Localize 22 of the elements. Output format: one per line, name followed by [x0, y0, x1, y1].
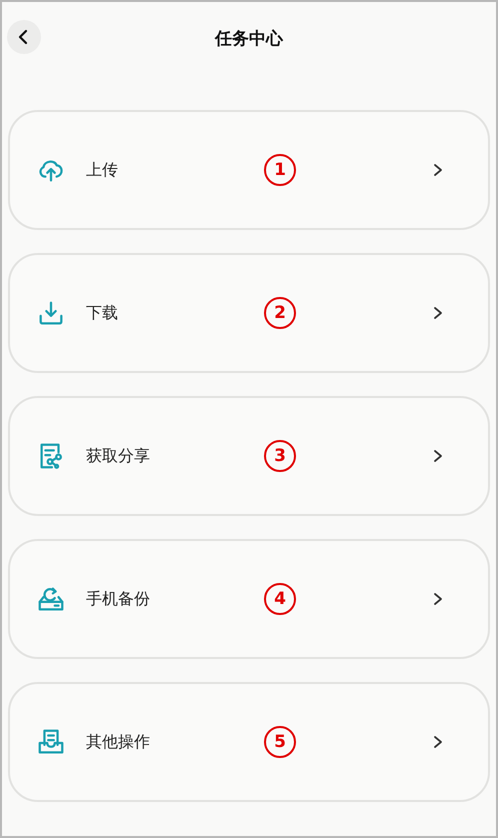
task-item[interactable]: 手机备份 4 — [8, 539, 490, 659]
task-item[interactable]: 下载 2 — [8, 253, 490, 373]
annotation-marker: 2 — [264, 297, 296, 329]
item-label: 其他操作 — [86, 732, 151, 752]
chevron-right-icon — [432, 592, 444, 606]
annotation-marker: 5 — [264, 726, 296, 758]
annotation-marker: 1 — [264, 154, 296, 186]
annotation-marker: 4 — [264, 583, 296, 615]
chevron-right-icon — [432, 735, 444, 749]
task-item[interactable]: 获取分享 3 — [8, 396, 490, 516]
item-label: 获取分享 — [86, 446, 151, 466]
chevron-right-icon — [432, 163, 444, 177]
task-item[interactable]: 其他操作 5 — [8, 682, 490, 802]
back-button[interactable] — [7, 20, 41, 54]
annotation-marker: 3 — [264, 440, 296, 472]
item-label: 手机备份 — [86, 588, 151, 610]
page-title: 任务中心 — [215, 28, 283, 50]
chevron-right-icon — [432, 449, 444, 463]
chevron-right-icon — [432, 306, 444, 320]
task-item[interactable]: 上传 1 — [8, 110, 490, 230]
item-label: 下载 — [86, 302, 119, 324]
item-label: 上传 — [86, 160, 119, 180]
